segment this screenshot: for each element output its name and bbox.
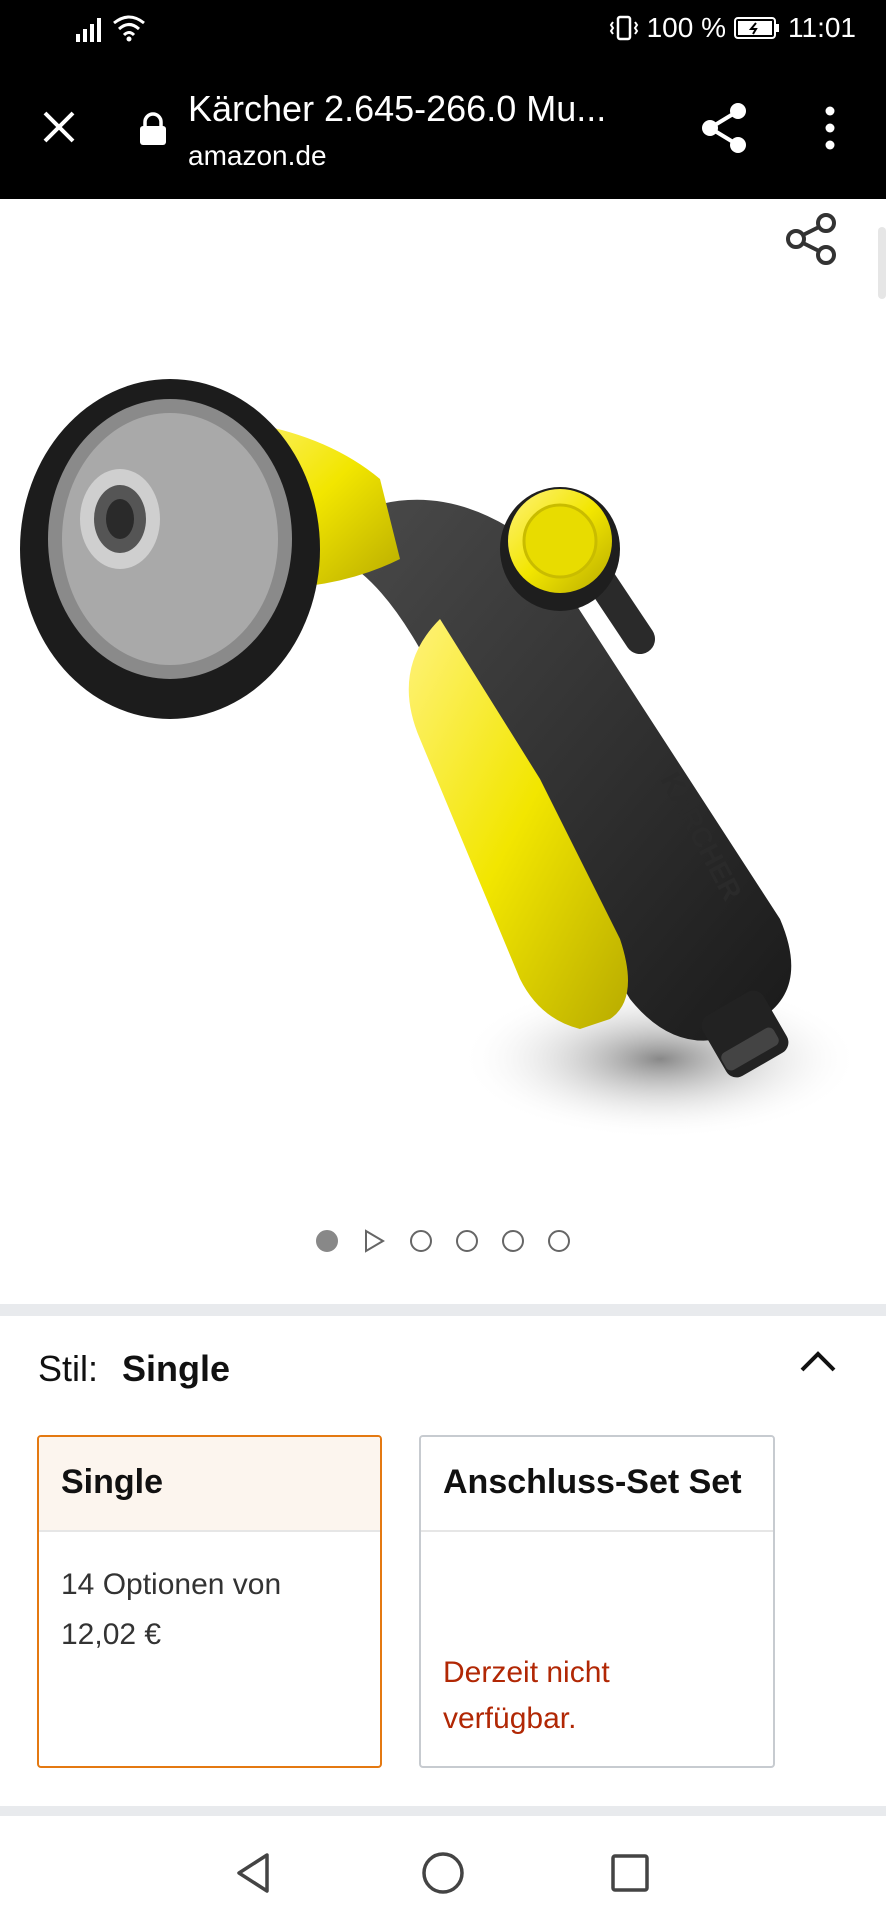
battery-icon (734, 17, 779, 39)
gallery-scroll-hint (878, 227, 886, 299)
close-icon (43, 111, 75, 143)
page-url: amazon.de (188, 140, 327, 171)
close-tab-button[interactable] (30, 98, 88, 156)
style-label: Stil: (38, 1348, 99, 1389)
style-selector-header[interactable]: Stil: Single (38, 1348, 230, 1390)
status-bar: 100 % 11:01 (0, 0, 886, 60)
video-play-icon[interactable] (362, 1229, 386, 1253)
product-image-gallery[interactable]: KÄRCHER (0, 199, 886, 1304)
back-triangle-icon (237, 1853, 269, 1893)
section-divider (0, 1304, 886, 1316)
recents-square-icon (611, 1854, 649, 1892)
option-price: 12,02 € (61, 1618, 162, 1651)
option-offers: 14 Optionen von (61, 1568, 282, 1601)
style-option-single[interactable]: Single 14 Optionen von 12,02 € (37, 1435, 382, 1768)
option-title: Anschluss-Set Set (421, 1437, 773, 1532)
image-share-icon[interactable] (782, 209, 842, 269)
style-option-anschluss-set[interactable]: Anschluss-Set Set Derzeit nicht verfügba… (419, 1435, 775, 1768)
more-options-button[interactable] (810, 98, 850, 158)
unavailable-line-2: verfügbar. (443, 1702, 577, 1735)
option-title: Single (39, 1437, 380, 1532)
section-divider (0, 1806, 886, 1816)
vibrate-icon (609, 15, 638, 41)
chevron-up-icon[interactable] (798, 1346, 838, 1376)
share-button[interactable] (694, 98, 754, 158)
wifi-icon (113, 15, 145, 42)
pagination-dot-6[interactable] (548, 1230, 570, 1252)
nav-home-button[interactable] (418, 1848, 468, 1898)
status-icons-right: 100 % 11:01 (609, 12, 856, 44)
garden-spray-gun-image: KÄRCHER (20, 379, 860, 1139)
unavailable-line-1: Derzeit nicht (443, 1656, 610, 1689)
status-icons-left (76, 14, 146, 42)
pagination-dot-4[interactable] (456, 1230, 478, 1252)
battery-percent: 100 % (646, 12, 726, 43)
style-selected-value: Single (122, 1348, 231, 1389)
lock-icon (140, 112, 166, 145)
option-unavailable: Derzeit nicht verfügbar. (443, 1650, 610, 1742)
pagination-dot-5[interactable] (502, 1230, 524, 1252)
pagination-dot-3[interactable] (410, 1230, 432, 1252)
more-vertical-icon (825, 106, 835, 150)
nav-back-button[interactable] (228, 1848, 278, 1898)
system-navigation-bar (0, 1826, 886, 1920)
image-pagination (0, 1221, 886, 1261)
pagination-dot-1[interactable] (316, 1230, 338, 1252)
signal-icon (76, 18, 101, 42)
page-title: Kärcher 2.645-266.0 Mu... (188, 88, 607, 129)
home-circle-icon (422, 1852, 464, 1894)
option-price-info: 14 Optionen von 12,02 € (39, 1532, 380, 1660)
clock: 11:01 (788, 12, 856, 43)
share-icon (702, 103, 746, 153)
custom-tab-toolbar: Kärcher 2.645-266.0 Mu... amazon.de (0, 60, 886, 199)
nav-recents-button[interactable] (605, 1848, 655, 1898)
